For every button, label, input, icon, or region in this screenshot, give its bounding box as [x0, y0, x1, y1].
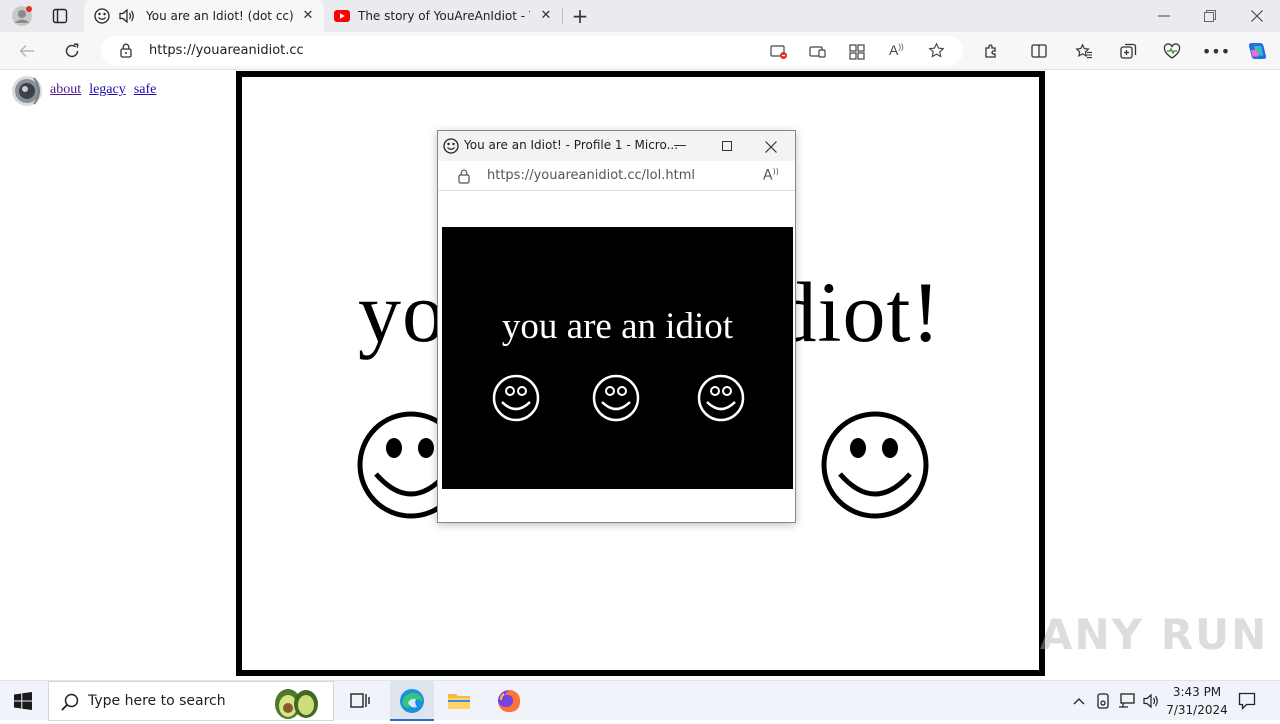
smiley-favicon-icon [443, 138, 459, 158]
tab-close-icon[interactable]: ✕ [300, 8, 316, 24]
url-text[interactable]: https://youareanidiot.cc [149, 43, 304, 58]
file-explorer-icon[interactable] [446, 689, 472, 713]
windows-start-icon[interactable] [12, 691, 34, 711]
browser-toolbar: https://youareanidiot.cc A)) ••• [0, 32, 1280, 70]
address-bar[interactable]: https://youareanidiot.cc A)) [101, 36, 963, 66]
popup-titlebar[interactable]: You are an Idiot! - Profile 1 - Micro... [438, 131, 795, 161]
youtube-favicon-icon [334, 10, 350, 22]
restore-icon[interactable] [1198, 6, 1222, 26]
lock-icon[interactable] [458, 169, 470, 188]
popup-content: you are an idiot [442, 227, 793, 489]
immersive-reader-icon[interactable] [809, 44, 827, 63]
tab-separator [562, 8, 563, 24]
legacy-link[interactable]: legacy [89, 82, 126, 97]
popup-idiot-text: you are an idiot [501, 306, 734, 347]
speaker-audio-icon[interactable] [118, 8, 136, 24]
popup-title: You are an Idiot! - Profile 1 - Micro... [464, 138, 679, 152]
smiley-face-icon [492, 374, 540, 426]
back-arrow-icon[interactable] [16, 41, 38, 61]
copilot-icon[interactable] [1245, 39, 1269, 63]
tab-close-icon[interactable]: ✕ [538, 8, 554, 24]
collections-icon[interactable] [1117, 41, 1139, 61]
top-links: about legacy safe [50, 78, 159, 98]
tab-actions-icon[interactable] [50, 6, 70, 26]
popup-minimize-icon[interactable] [674, 145, 686, 146]
split-screen-icon[interactable] [1028, 41, 1050, 61]
lock-icon[interactable] [120, 43, 132, 62]
refresh-icon[interactable] [61, 41, 83, 61]
popup-maximize-icon[interactable] [722, 141, 732, 151]
speaker-logo-icon [10, 74, 46, 108]
clock-date: 7/31/2024 [1166, 703, 1228, 717]
chevron-up-icon[interactable] [1070, 693, 1088, 709]
tab-strip: You are an Idiot! (dot cc) ✕ The story o… [0, 0, 1280, 32]
read-aloud-icon[interactable]: A)) [763, 167, 779, 184]
popup-address-bar[interactable]: https://youareanidiot.cc/lol.html A)) [438, 161, 795, 191]
edge-taskbar-button[interactable] [390, 681, 434, 721]
popup-url-text[interactable]: https://youareanidiot.cc/lol.html [487, 168, 695, 183]
notifications-icon[interactable] [1236, 691, 1258, 711]
taskbar-clock[interactable]: 3:43 PM 7/31/2024 [1164, 683, 1230, 719]
smiley-face-icon [592, 374, 640, 426]
tab-title: You are an Idiot! (dot cc) [146, 9, 294, 23]
taskbar: Type here to search 3:43 PM 7/31/2024 [0, 680, 1280, 721]
minimize-icon[interactable] [1152, 6, 1176, 26]
smiley-face-icon [697, 374, 745, 426]
safe-link[interactable]: safe [134, 82, 157, 97]
smiley-face-icon [820, 410, 930, 524]
about-link[interactable]: about [50, 82, 81, 97]
avocado-icon [271, 684, 321, 724]
network-icon[interactable] [1117, 692, 1137, 710]
smiley-favicon-icon [94, 8, 110, 24]
favorites-icon[interactable] [1073, 41, 1095, 61]
device-icon[interactable] [1094, 692, 1112, 710]
apps-grid-icon[interactable] [849, 44, 865, 64]
read-aloud-icon[interactable]: A)) [889, 42, 904, 58]
more-options-icon[interactable]: ••• [1202, 41, 1230, 61]
firefox-icon[interactable] [495, 687, 523, 715]
volume-icon[interactable] [1141, 692, 1161, 710]
tab-title: The story of YouAreAnIdiot - You [358, 9, 530, 23]
tab-youareanidiot[interactable]: You are an Idiot! (dot cc) ✕ [84, 0, 324, 32]
taskbar-search[interactable]: Type here to search [48, 681, 334, 721]
popup-window[interactable]: You are an Idiot! - Profile 1 - Micro...… [437, 130, 796, 523]
search-placeholder: Type here to search [88, 693, 226, 709]
close-window-icon[interactable] [1245, 6, 1269, 26]
clock-time: 3:43 PM [1172, 685, 1222, 699]
new-tab-button[interactable]: + [568, 4, 592, 28]
search-icon [61, 693, 79, 715]
app-available-icon[interactable] [770, 44, 788, 64]
browser-essentials-icon[interactable] [1161, 41, 1183, 61]
profile-avatar-icon[interactable] [10, 5, 34, 27]
anyrun-watermark: ANY RUN [1040, 610, 1269, 659]
favorite-star-icon[interactable] [928, 42, 945, 63]
extensions-icon[interactable] [980, 41, 1002, 61]
popup-close-icon[interactable] [765, 138, 777, 157]
tab-youtube-story[interactable]: The story of YouAreAnIdiot - You ✕ [326, 0, 562, 32]
task-view-icon[interactable] [348, 691, 372, 711]
edge-icon [400, 689, 424, 713]
